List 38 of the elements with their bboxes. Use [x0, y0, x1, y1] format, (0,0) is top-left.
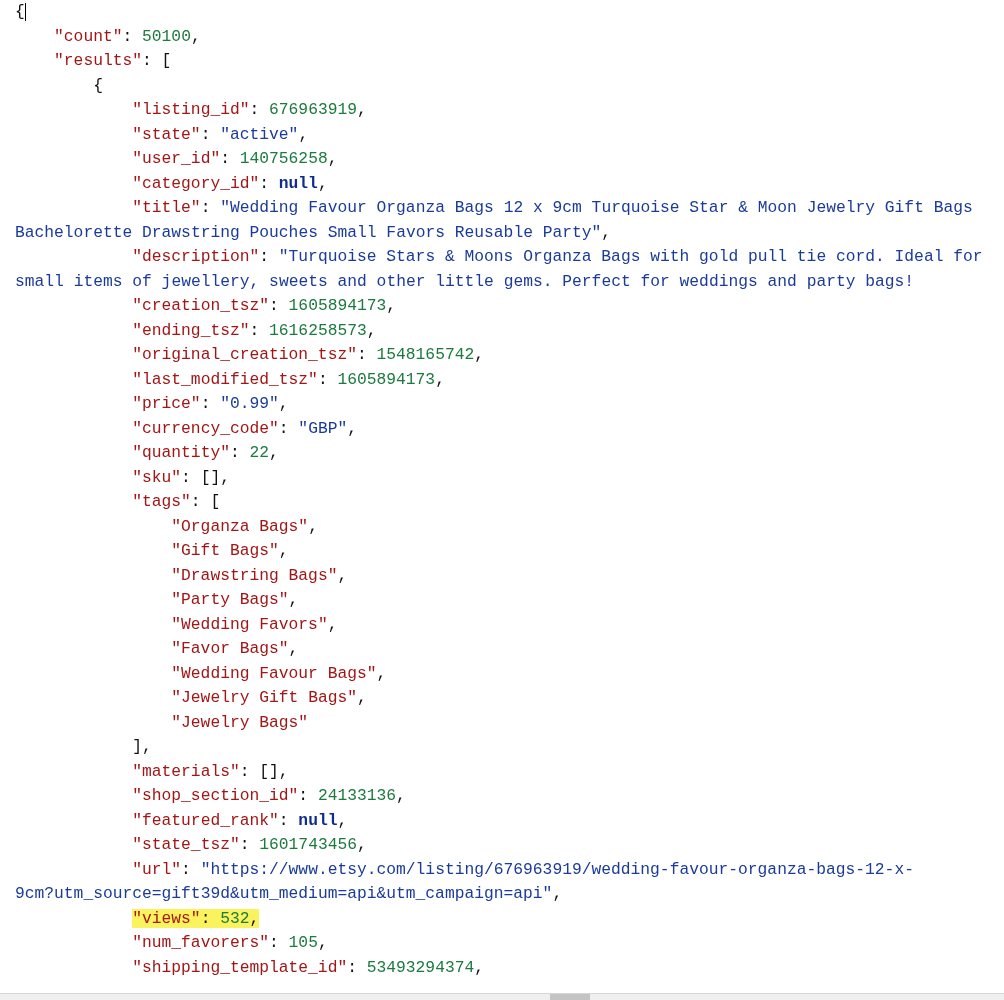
- code-line: "listing_id": 676963919,: [131, 99, 368, 121]
- code-line: "tags": [: [131, 491, 222, 513]
- code-line: "Jewelry Gift Bags",: [170, 687, 368, 709]
- code-line: "shipping_template_id": 53493294374,: [131, 956, 485, 979]
- code-line: "Organza Bags",: [170, 515, 319, 538]
- code-line: "materials": [],: [131, 760, 290, 783]
- code-line: "price": "0.99",: [131, 393, 290, 415]
- code-line: "url": "https://www.etsy.com/listing/676963919/wedding-favour-organza-bags-12-x-9cm?utm_source=gift39d&utm_medium=api&utm_campaign=api",: [14, 858, 915, 905]
- scrollbar-thumb[interactable]: [550, 994, 590, 1000]
- code-line: "shop_section_id": 24133136,: [131, 785, 407, 807]
- code-line: "num_favorers": 105,: [131, 932, 329, 954]
- code-line: {: [14, 1, 27, 23]
- code-line: "category_id": null,: [131, 172, 329, 195]
- code-line: "user_id": 140756258,: [131, 148, 339, 170]
- code-line: {: [92, 74, 104, 97]
- code-line: "description": "Turquoise Stars & Moons Organza Bags with gold pull tie cord. Ideal for small items of jewellery, sweets and other little gems. Perfect for weddings and party bags!: [14, 246, 984, 293]
- code-line: "ending_tsz": 1616258573,: [131, 319, 378, 342]
- code-line: "Favor Bags",: [170, 638, 300, 660]
- code-line: "original_creation_tsz": 1548165742,: [131, 344, 485, 366]
- code-line: "results": [: [53, 50, 173, 72]
- code-line: "Gift Bags",: [170, 540, 290, 562]
- code-line: "Party Bags",: [170, 589, 300, 611]
- code-line: "Drawstring Bags",: [170, 564, 349, 587]
- code-line: "last_modified_tsz": 1605894173,: [131, 368, 446, 391]
- code-line: "creation_tsz": 1605894173,: [131, 295, 398, 317]
- code-line: ],: [131, 736, 153, 758]
- code-line: "quantity": 22,: [131, 442, 280, 464]
- code-line: "count": 50100,: [53, 25, 202, 48]
- code-line: "state_tsz": 1601743456,: [131, 834, 368, 856]
- code-line: "Wedding Favour Bags",: [170, 662, 388, 685]
- code-line: "title": "Wedding Favour Organza Bags 12 x 9cm Turquoise Star & Moon Jewelry Gift Bags Bachelorette Drawstring Pouches Small Favors Reusable Party",: [14, 197, 974, 244]
- code-line: "Wedding Favors",: [170, 613, 339, 636]
- horizontal-scrollbar[interactable]: [0, 993, 1004, 1000]
- code-line: "sku": [],: [131, 466, 231, 489]
- code-line: "currency_code": "GBP",: [131, 417, 358, 440]
- code-line: "featured_rank": null,: [131, 809, 349, 832]
- code-line: "state": "active",: [131, 123, 310, 146]
- code-line: "Jewelry Bags": [170, 711, 310, 734]
